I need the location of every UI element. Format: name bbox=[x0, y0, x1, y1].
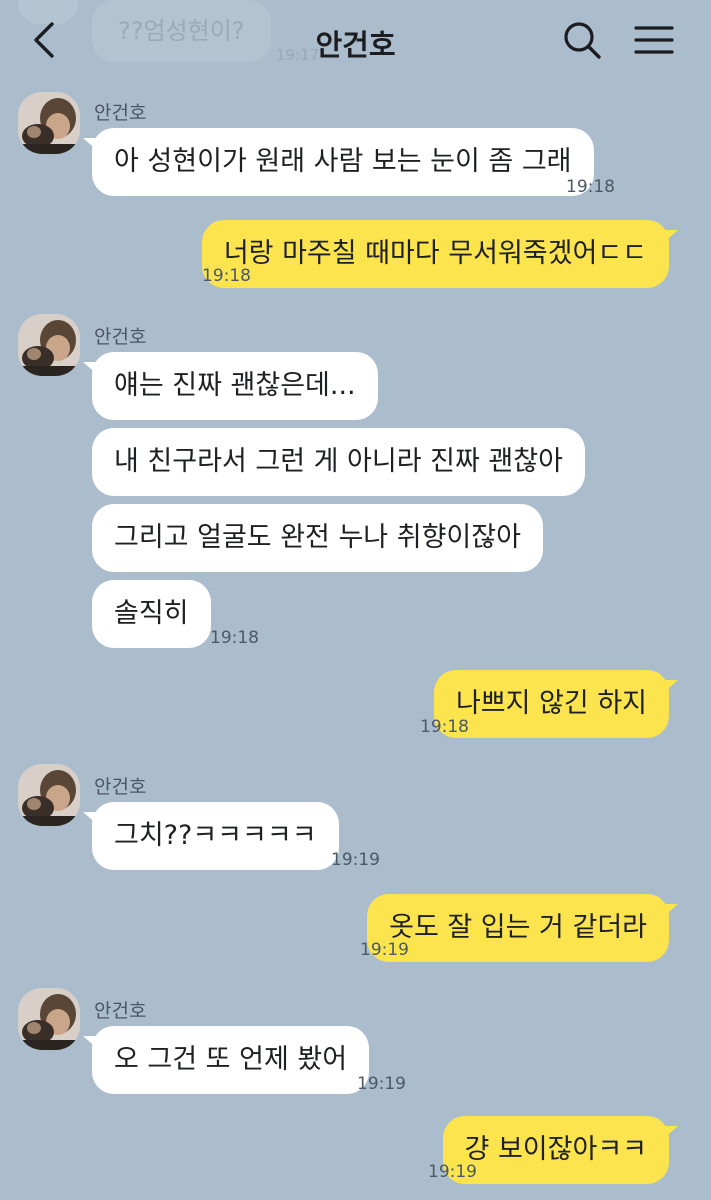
scrolled-message-time: 19:17 bbox=[276, 46, 320, 64]
sender-name: 안건호 bbox=[94, 102, 147, 124]
message-bubble[interactable]: 그치??ㅋㅋㅋㅋㅋ bbox=[83, 802, 339, 870]
message-time: 19:18 bbox=[202, 266, 251, 286]
avatar[interactable] bbox=[18, 92, 80, 154]
chat-screen: ??엄성현이? 19:17 안건호 안건호 아 성현이가 원래 사람 보는 눈이… bbox=[0, 0, 711, 1200]
message-time: 19:19 bbox=[357, 1074, 406, 1094]
chevron-left-icon bbox=[34, 22, 54, 58]
message-bubble-mine[interactable]: 옷도 잘 입는 거 같더라 bbox=[367, 894, 678, 962]
sender-name: 안건호 bbox=[94, 1000, 147, 1022]
hamburger-menu-icon bbox=[634, 26, 674, 54]
avatar[interactable] bbox=[18, 314, 80, 376]
profile-photo-icon bbox=[18, 764, 80, 826]
search-icon bbox=[564, 22, 601, 59]
chat-header: ??엄성현이? 19:17 안건호 bbox=[0, 0, 711, 80]
avatar[interactable] bbox=[18, 764, 80, 826]
message-time: 19:19 bbox=[360, 940, 409, 960]
avatar[interactable] bbox=[18, 988, 80, 1050]
message-bubble[interactable]: 그리고 얼굴도 완전 누나 취향이잖아 bbox=[92, 504, 543, 572]
message-bubble[interactable]: 내 친구라서 그런 게 아니라 진짜 괜찮아 bbox=[92, 428, 585, 496]
message-time: 19:19 bbox=[428, 1162, 477, 1182]
message-bubble[interactable]: 오 그건 또 언제 봤어 bbox=[82, 1026, 370, 1094]
search-button[interactable] bbox=[560, 18, 604, 62]
message-time: 19:18 bbox=[420, 717, 469, 737]
profile-photo-icon bbox=[18, 314, 80, 376]
profile-photo-icon bbox=[18, 92, 80, 154]
menu-button[interactable] bbox=[632, 20, 676, 60]
message-time: 19:18 bbox=[210, 628, 259, 648]
back-button[interactable] bbox=[28, 18, 60, 62]
message-bubble-mine[interactable]: 너랑 마주칠 때마다 무서워죽겠어ㄷㄷ bbox=[201, 220, 679, 288]
scrolled-message-bubble: ??엄성현이? bbox=[92, 0, 271, 62]
message-time: 19:18 bbox=[566, 177, 615, 197]
sender-name: 안건호 bbox=[94, 776, 147, 798]
profile-photo-icon bbox=[18, 988, 80, 1050]
message-time: 19:19 bbox=[331, 850, 380, 870]
message-bubble[interactable]: 얘는 진짜 괜찮은데... bbox=[83, 352, 378, 420]
message-bubble-mine[interactable]: 나쁘지 않긴 하지 bbox=[433, 670, 679, 738]
message-bubble[interactable]: 아 성현이가 원래 사람 보는 눈이 좀 그래 bbox=[83, 128, 594, 196]
sender-name: 안건호 bbox=[94, 326, 147, 348]
message-bubble[interactable]: 솔직히 bbox=[92, 580, 211, 648]
